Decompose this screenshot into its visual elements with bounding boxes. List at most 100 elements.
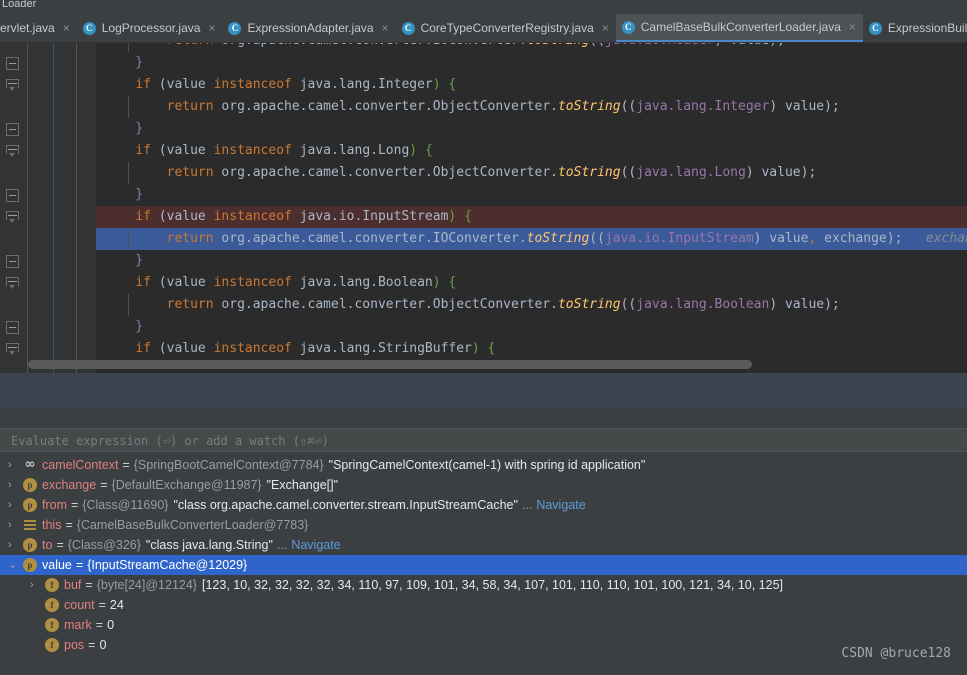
editor-tab-5[interactable]: C ExpressionBuild — [863, 14, 967, 42]
code-lines-container[interactable]: return org.apache.camel.converter.IOConv… — [96, 43, 967, 373]
debugger-variables-panel[interactable]: Evaluate expression (⏎) or add a watch (… — [0, 428, 967, 675]
variable-value: [123, 10, 32, 32, 32, 32, 34, 110, 97, 1… — [201, 578, 784, 592]
variable-type: {InputStreamCache@12029} — [87, 558, 248, 572]
chevron-right-icon[interactable]: › — [8, 515, 23, 535]
variable-row[interactable]: › p exchange = {DefaultExchange@11987} "Excha… — [0, 475, 967, 495]
close-icon[interactable]: × — [602, 22, 609, 34]
gutter-fold-rail — [76, 43, 77, 373]
code-line[interactable]: } — [96, 184, 967, 206]
debugger-splitter[interactable] — [0, 373, 967, 408]
variable-value: 0 — [107, 618, 115, 632]
fold-collapse-icon[interactable] — [6, 123, 19, 136]
code-token: if — [135, 275, 151, 290]
indent-guide — [128, 294, 129, 316]
variables-tree[interactable]: › ∞ camelContext = {SpringBootCamelContext@7… — [0, 452, 967, 655]
code-line[interactable]: return org.apache.camel.converter.Object… — [96, 162, 967, 184]
code-token: toString — [527, 43, 590, 48]
fold-collapse-icon[interactable] — [6, 57, 19, 70]
code-token: ) value); — [769, 99, 840, 114]
code-line[interactable]: } — [96, 52, 967, 74]
variable-row[interactable]: ⌄ p value = {InputStreamCache@12029} — [0, 555, 967, 575]
variable-row[interactable]: f count = 24 — [0, 595, 967, 615]
fold-expanded-icon[interactable] — [6, 277, 19, 290]
code-token: if — [135, 209, 151, 224]
close-icon[interactable]: × — [63, 22, 70, 34]
code-token: ) value); — [745, 165, 817, 180]
code-line[interactable]: return org.apache.camel.converter.Object… — [96, 96, 967, 118]
code-token: ) value); — [769, 297, 840, 312]
code-token: java.lang.Long — [636, 165, 746, 180]
fold-collapse-icon[interactable] — [6, 255, 19, 268]
code-editor[interactable]: return org.apache.camel.converter.IOConv… — [0, 43, 967, 373]
variable-name: buf — [64, 578, 82, 592]
fold-collapse-icon[interactable] — [6, 321, 19, 334]
editor-tab-bar[interactable]: ervlet.java × C LogProcessor.java × C Expressi… — [0, 14, 967, 43]
close-icon[interactable]: × — [382, 22, 389, 34]
editor-tab-1[interactable]: C LogProcessor.java × — [77, 14, 223, 42]
code-line[interactable]: if (value instanceof java.io.InputStream… — [96, 206, 967, 228]
variable-row[interactable]: › p to = {Class@326} "class java.lang.String"… — [0, 535, 967, 555]
editor-gutter[interactable] — [0, 43, 97, 373]
code-token: return — [166, 165, 214, 180]
variable-row[interactable]: f pos = 0 — [0, 635, 967, 655]
code-line[interactable]: return org.apache.camel.converter.Object… — [96, 294, 967, 316]
code-line[interactable]: if (value instanceof java.lang.Long) { — [96, 140, 967, 162]
fold-expanded-icon[interactable] — [6, 343, 19, 356]
code-token: } — [104, 319, 144, 334]
close-icon[interactable]: × — [208, 22, 215, 34]
code-line[interactable]: return org.apache.camel.converter.IOConv… — [96, 43, 967, 52]
variable-equals: = — [95, 618, 104, 632]
variable-equals: = — [75, 558, 84, 572]
fold-expanded-icon[interactable] — [6, 145, 19, 158]
code-line[interactable]: if (value instanceof java.lang.Boolean) … — [96, 272, 967, 294]
variable-equals: = — [85, 578, 93, 592]
variable-row[interactable]: f mark = 0 — [0, 615, 967, 635]
navigate-link[interactable]: Navigate — [536, 495, 585, 515]
variable-name: camelContext — [42, 458, 119, 472]
java-class-icon: C — [868, 21, 882, 35]
variable-row[interactable]: › ∞ camelContext = {SpringBootCamelContext@7… — [0, 455, 967, 475]
code-token: (( — [589, 43, 605, 48]
code-line[interactable]: if (value instanceof java.lang.StringBuf… — [96, 338, 967, 360]
fold-expanded-icon[interactable] — [6, 79, 19, 92]
variable-equals: = — [100, 478, 108, 492]
editor-tab-4[interactable]: C CamelBaseBulkConverterLoader.java × — [615, 14, 863, 42]
code-token: java.io.InputStream — [291, 209, 449, 224]
chevron-right-icon[interactable]: › — [8, 475, 23, 495]
chevron-right-icon[interactable]: › — [30, 575, 45, 595]
variable-row[interactable]: › p from = {Class@11690} "class org.apache.ca… — [0, 495, 967, 515]
variable-type: {Class@326} — [67, 538, 141, 552]
debugger-toolbar-band[interactable] — [0, 408, 967, 428]
editor-horizontal-scrollbar[interactable] — [28, 360, 752, 369]
code-line[interactable]: return org.apache.camel.converter.IOConv… — [96, 228, 967, 250]
evaluate-expression-input[interactable]: Evaluate expression (⏎) or add a watch (… — [0, 428, 967, 452]
code-line[interactable]: } — [96, 250, 967, 272]
variable-row[interactable]: › f buf = {byte[24]@12124} [123, 10, 32, 32, … — [0, 575, 967, 595]
code-token: java.io.Reader — [605, 43, 715, 48]
code-token: org.apache.camel.converter.ObjectConvert… — [213, 165, 558, 180]
variable-type: {Class@11690} — [82, 498, 169, 512]
chevron-down-icon[interactable]: ⌄ — [8, 555, 23, 575]
chevron-right-icon[interactable]: › — [8, 535, 23, 555]
code-line[interactable]: } — [96, 118, 967, 140]
code-token: { — [448, 77, 457, 92]
close-icon[interactable]: × — [849, 21, 856, 33]
variable-row[interactable]: › this = {CamelBaseBulkConverterLoader@7783… — [0, 515, 967, 535]
java-class-icon: C — [621, 20, 635, 34]
chevron-right-icon[interactable]: › — [8, 495, 23, 515]
fold-collapse-icon[interactable] — [6, 189, 19, 202]
editor-tab-3[interactable]: C CoreTypeConverterRegistry.java × — [396, 14, 616, 42]
fold-expanded-icon[interactable] — [6, 211, 19, 224]
navigate-link[interactable]: Navigate — [291, 535, 340, 555]
editor-tab-0[interactable]: ervlet.java × — [0, 14, 77, 42]
code-line[interactable]: } — [96, 316, 967, 338]
code-line[interactable]: if (value instanceof java.lang.Integer) … — [96, 74, 967, 96]
chevron-right-icon[interactable]: › — [8, 455, 23, 475]
editor-tab-2[interactable]: C ExpressionAdapter.java × — [222, 14, 395, 42]
code-token: if — [135, 341, 151, 356]
